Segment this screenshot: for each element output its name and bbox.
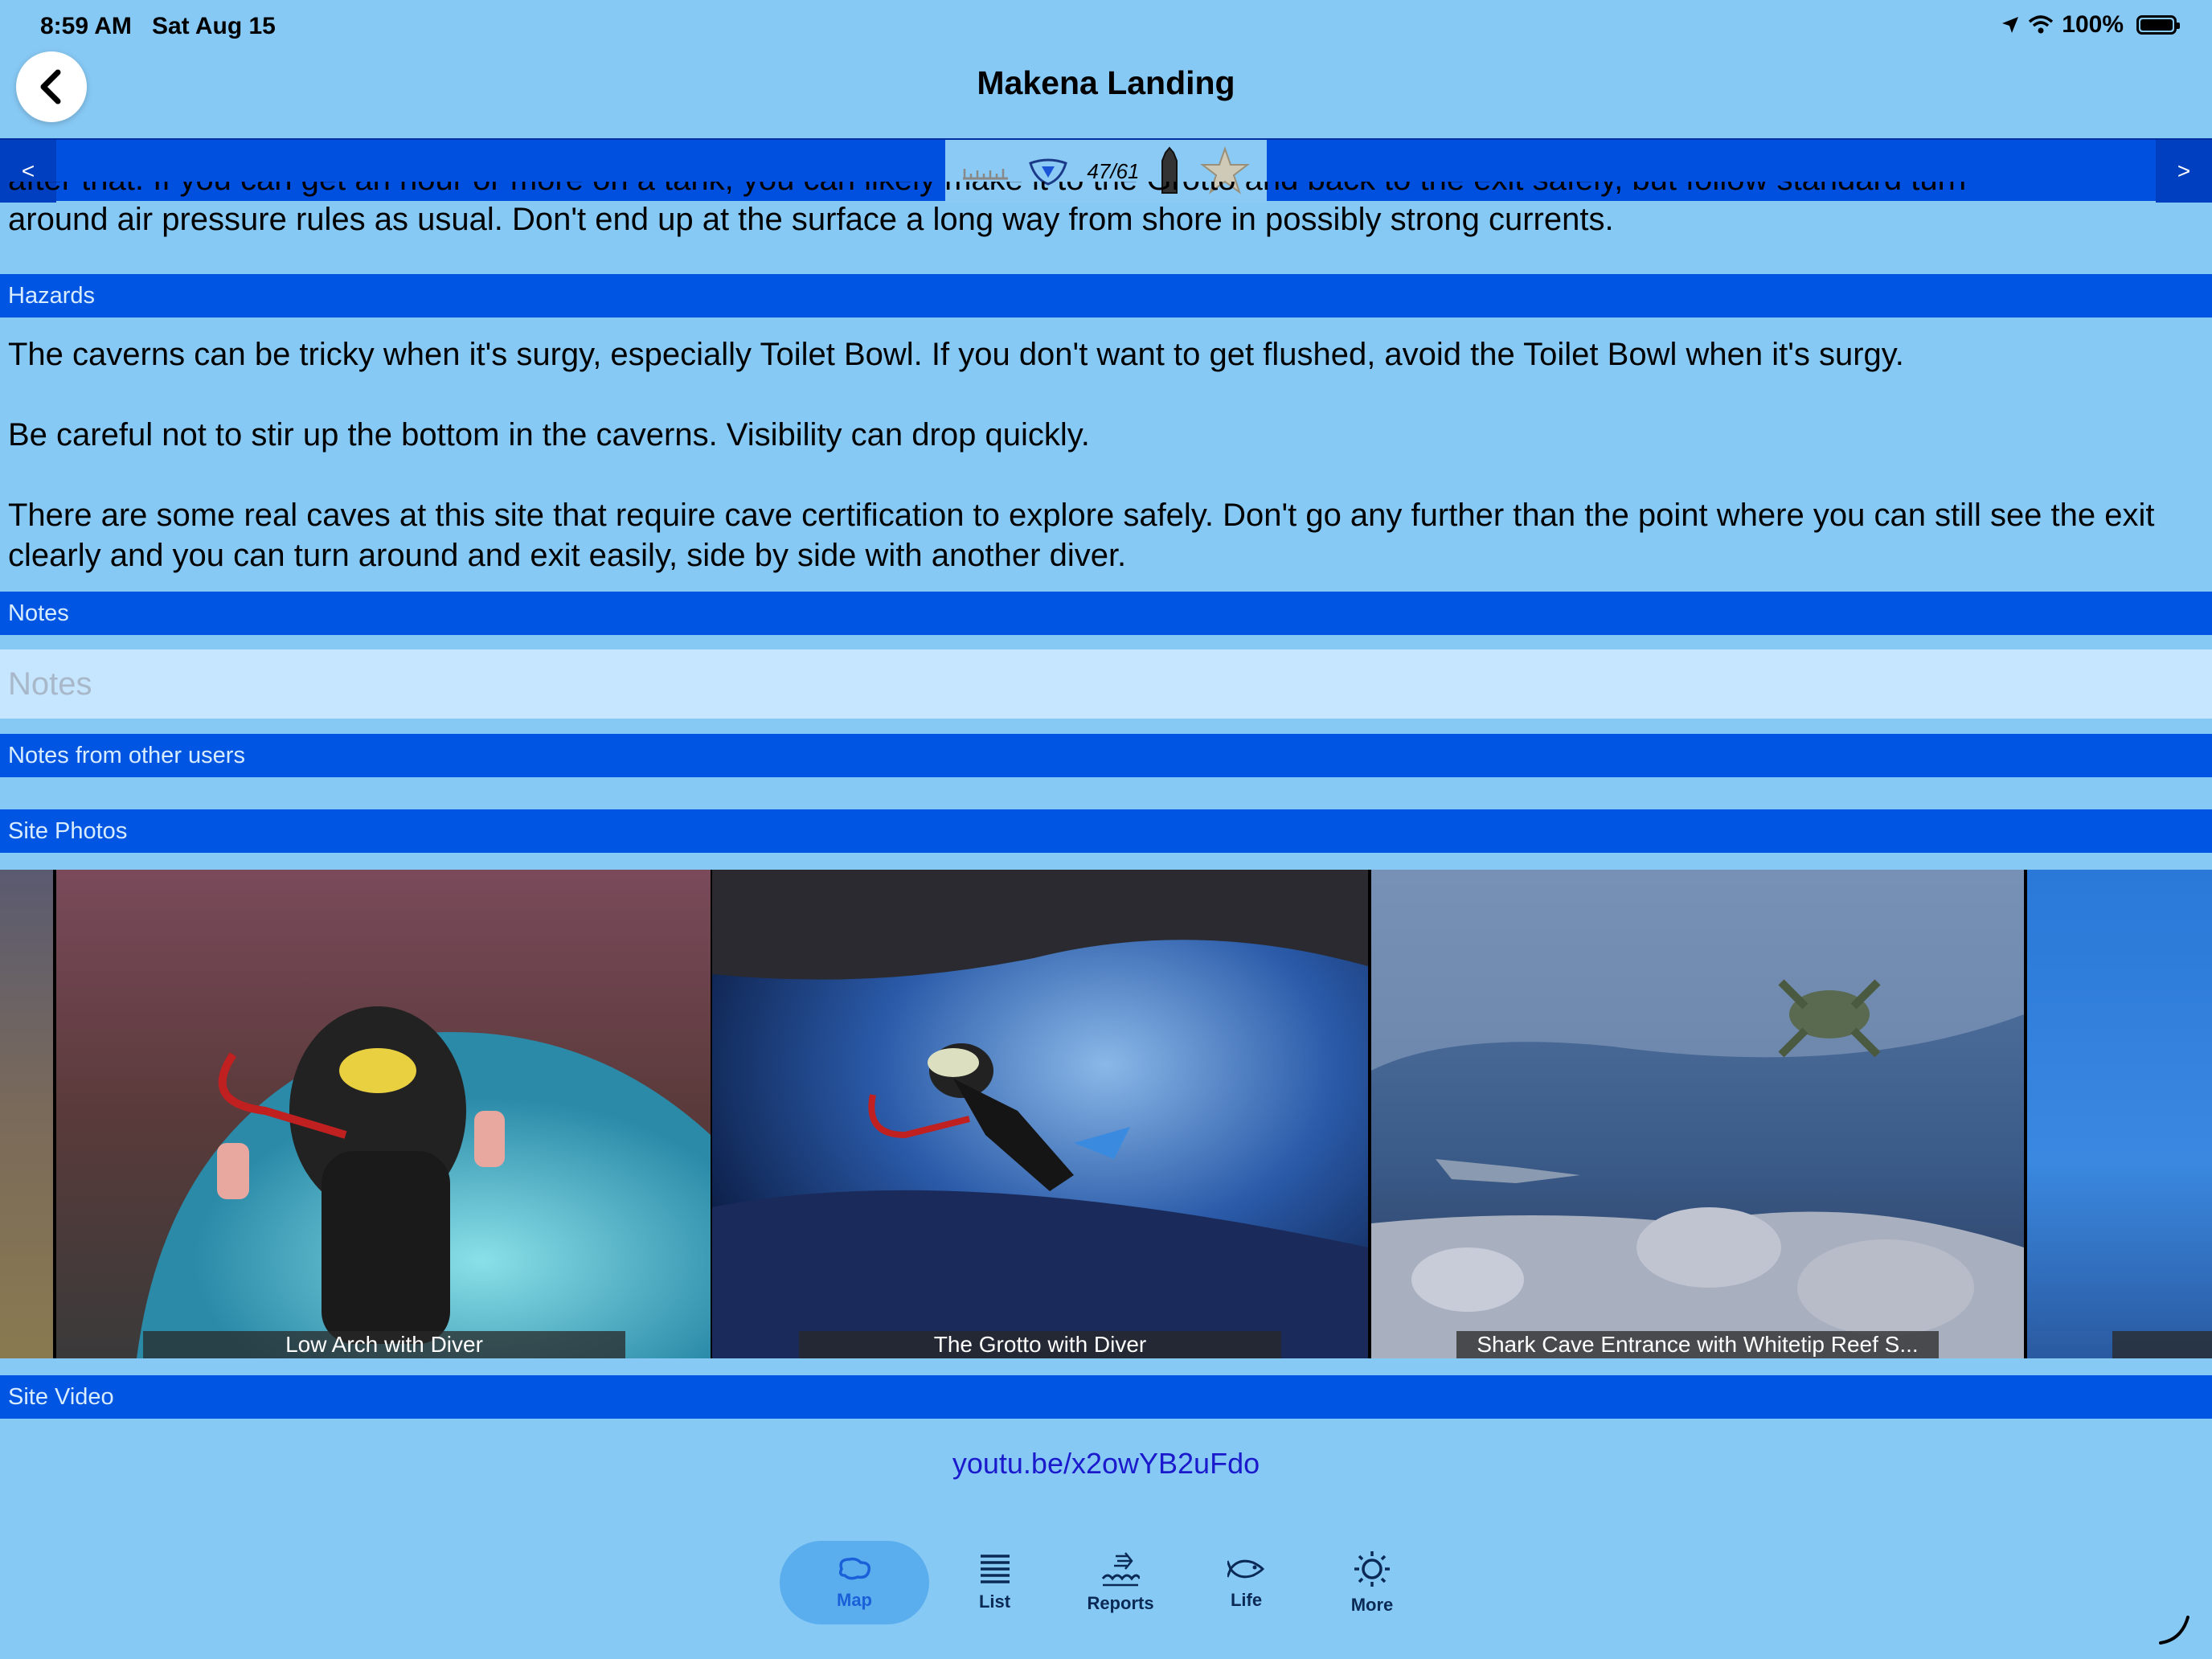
photo-caption-partial [2112, 1331, 2212, 1358]
tab-reports-label: Reports [1087, 1593, 1154, 1613]
tab-map-label: Map [837, 1590, 872, 1610]
tab-list-label: List [978, 1591, 1011, 1612]
location-icon [2002, 17, 2019, 33]
site-photo[interactable]: Low Arch with Diver [56, 870, 711, 1358]
tab-map[interactable]: Map [780, 1541, 929, 1624]
site-photos-header: Site Photos [0, 809, 2212, 853]
site-description-tail: after that. If you can get an hour or mo… [8, 182, 2204, 259]
wifi-icon [2029, 15, 2054, 34]
site-photo[interactable]: Shark Cave Entrance with Whitetip Reef S… [1371, 870, 2024, 1358]
photo-caption: The Grotto with Diver [799, 1331, 1281, 1358]
ruler-icon[interactable] [961, 159, 1010, 183]
sun-icon [1354, 1551, 1390, 1587]
site-photo[interactable]: The Grotto with Diver [712, 870, 1368, 1358]
photo-low-arch [56, 870, 711, 1358]
video-link-text[interactable]: youtu.be/x2owYB2uFdo [952, 1447, 1260, 1480]
reports-icon [1101, 1552, 1140, 1587]
photo-strip[interactable]: Low Arch with Diver The Grotto with Dive… [0, 870, 2212, 1358]
tab-reports[interactable]: Reports [1060, 1541, 1181, 1624]
status-bar: 8:59 AM Sat Aug 15 100% [0, 0, 2212, 51]
notes-input[interactable] [0, 649, 2212, 719]
photo-partial-right[interactable] [2027, 870, 2212, 1358]
tab-more-label: More [1350, 1595, 1394, 1615]
fish-icon [1227, 1559, 1264, 1579]
tab-life-label: Life [1230, 1590, 1263, 1610]
status-date: Sat Aug 15 [151, 13, 276, 39]
notes-header: Notes [0, 592, 2212, 635]
battery-percent: 100% [2062, 11, 2124, 38]
site-video-header: Site Video [0, 1375, 2212, 1419]
hazards-paragraph-2: Be careful not to stir up the bottom in … [8, 417, 1090, 453]
map-icon [838, 1557, 871, 1580]
battery-icon [2136, 15, 2180, 35]
list-icon [980, 1555, 1010, 1583]
photo-grotto [712, 870, 1368, 1358]
tab-list[interactable]: List [935, 1541, 1055, 1624]
photo-partial-left[interactable] [0, 870, 53, 1358]
hazards-header: Hazards [0, 274, 2212, 317]
hazards-paragraph-3: There are some real caves at this site t… [8, 498, 2155, 573]
other-users-notes-header: Notes from other users [0, 734, 2212, 777]
photo-caption: Low Arch with Diver [143, 1331, 625, 1358]
site-video-link[interactable]: youtu.be/x2owYB2uFdo [0, 1447, 2212, 1481]
status-indicators: 100% [2001, 11, 2180, 39]
tab-bar: Map List Reports Life More [768, 1530, 1444, 1635]
page-title: Makena Landing [977, 64, 1235, 101]
tab-life[interactable]: Life [1186, 1541, 1307, 1624]
photo-caption: Shark Cave Entrance with Whitetip Reef S… [1456, 1331, 1939, 1358]
resize-handle-icon [2159, 1616, 2189, 1645]
site-counter: 47/61 [1087, 158, 1140, 183]
status-time: 8:59 AM Sat Aug 15 [40, 13, 276, 40]
status-clock: 8:59 AM [40, 13, 132, 39]
photo-shark-cave [1371, 870, 2024, 1358]
tab-more[interactable]: More [1312, 1541, 1432, 1624]
hazards-paragraph-1: The caverns can be tricky when it's surg… [8, 337, 1904, 372]
clipped-line-2: around air pressure rules as usual. Don'… [8, 202, 1614, 237]
clipped-line-1: after that. If you can get an hour or mo… [8, 182, 2204, 199]
